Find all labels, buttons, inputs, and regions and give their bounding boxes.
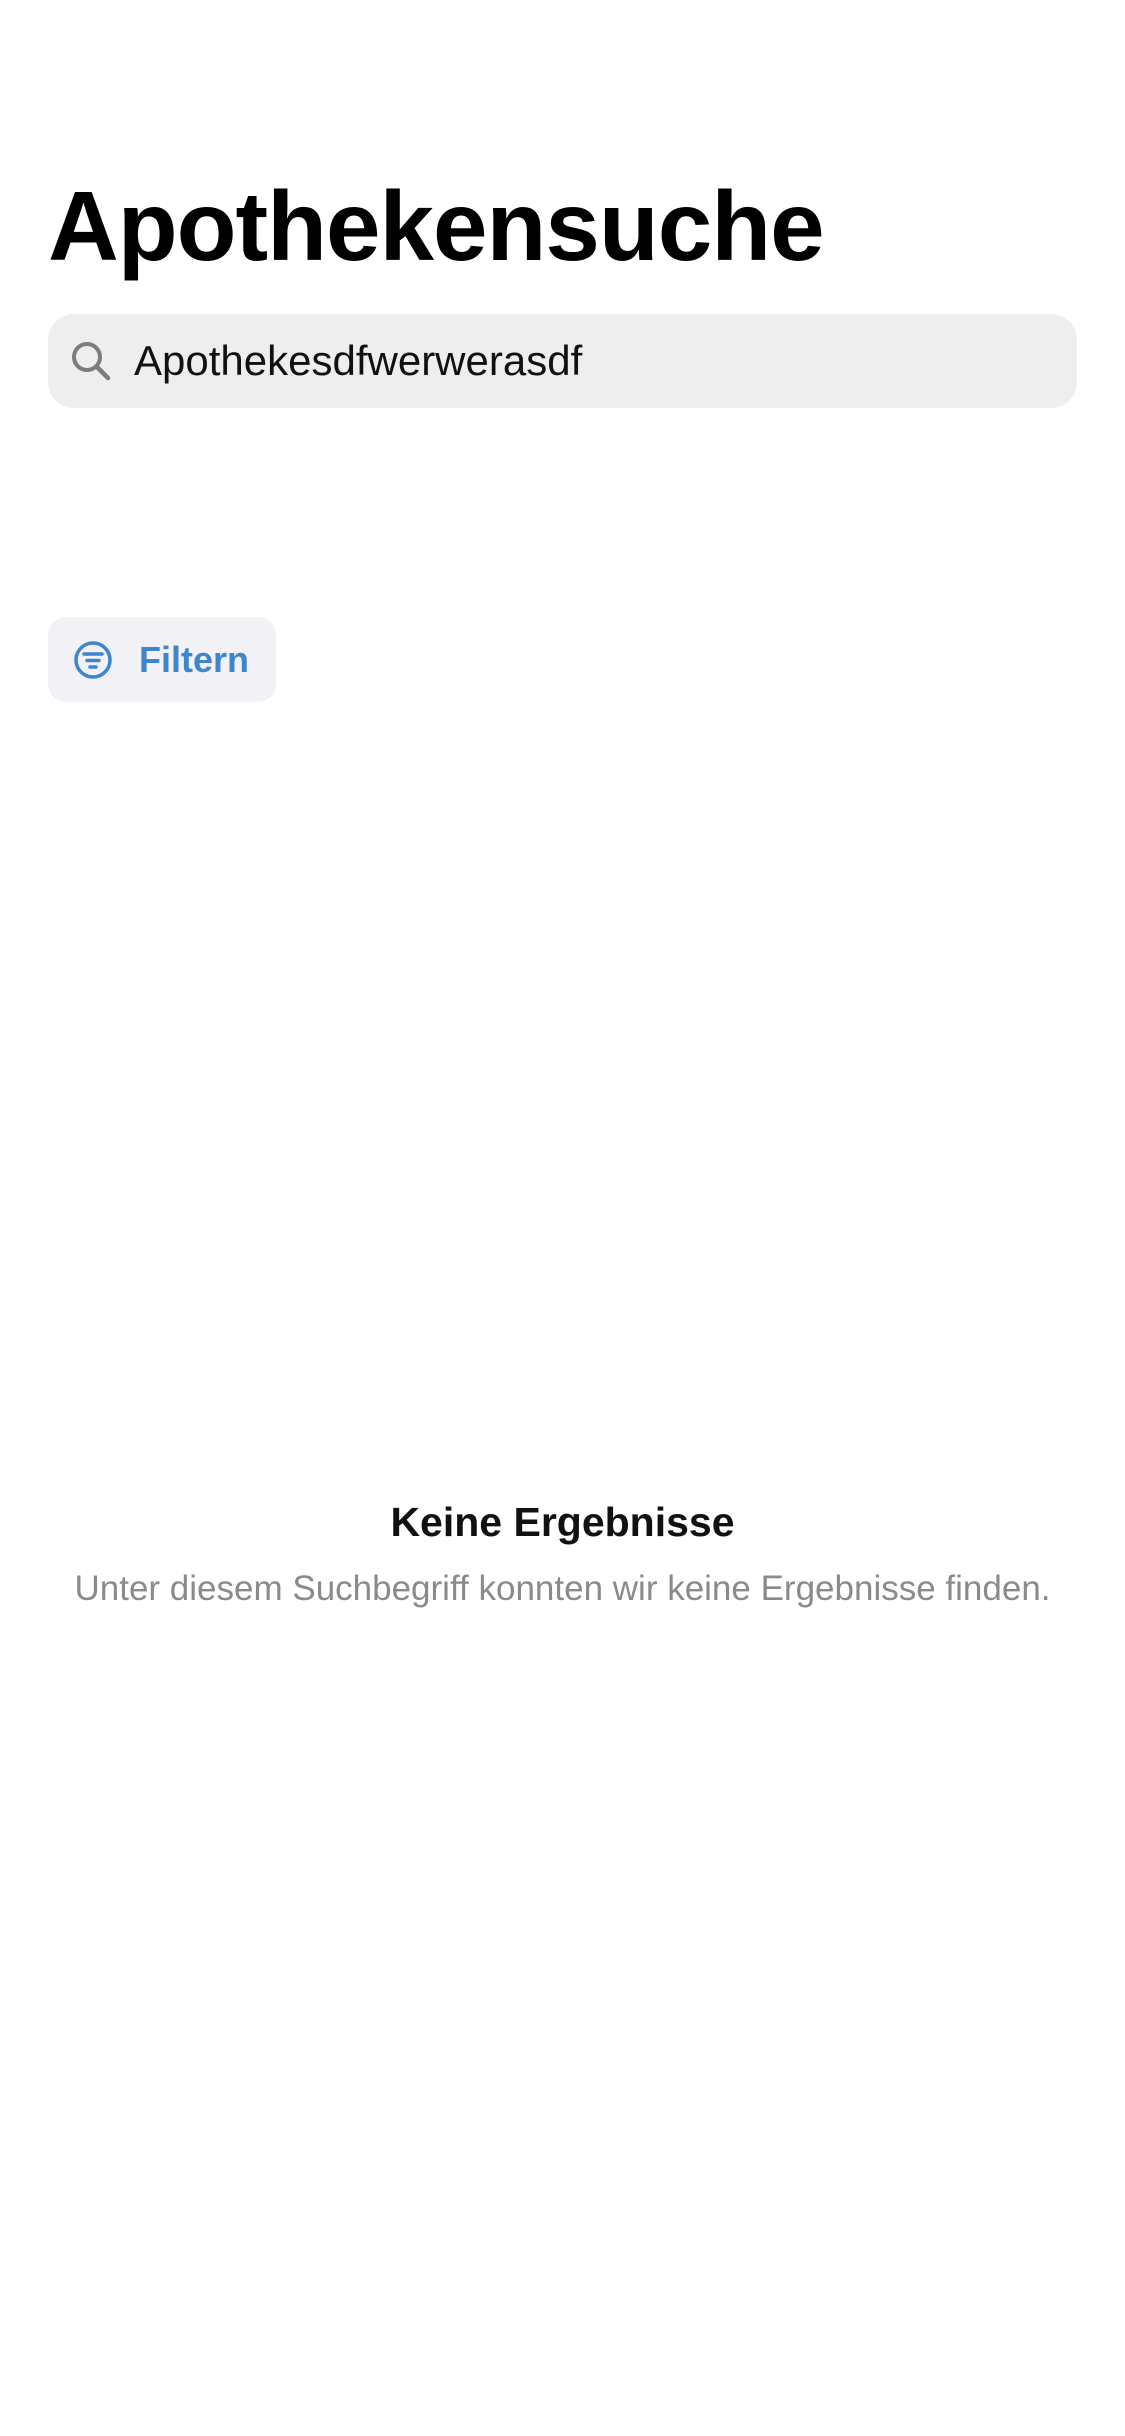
search-icon (68, 338, 114, 384)
filter-button[interactable]: Filtern (48, 617, 276, 702)
empty-state: Keine Ergebnisse Unter diesem Suchbegrif… (70, 1498, 1055, 1612)
filter-label: Filtern (139, 638, 250, 680)
empty-state-title: Keine Ergebnisse (390, 1499, 735, 1545)
search-bar[interactable] (48, 314, 1077, 408)
filter-icon (72, 639, 114, 681)
page-title: Apothekensuche (48, 171, 825, 281)
empty-state-message: Unter diesem Suchbegriff konnten wir kei… (74, 1569, 1051, 1609)
search-input[interactable] (134, 337, 1034, 385)
